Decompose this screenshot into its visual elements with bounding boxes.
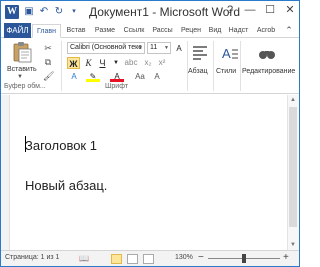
quick-access-toolbar: ▣ ↶ ↻ ▾ [23,5,80,19]
window-controls: ? — ☐ ✕ [223,3,297,17]
vertical-ruler [1,95,10,250]
font-size-select[interactable]: 11 ▼ [147,42,171,54]
title-bar: W ▣ ↶ ↻ ▾ Документ1 - Microsoft Word ? —… [1,1,299,23]
font-family-select[interactable]: Calibri (Основной текс ▼ [67,42,145,54]
clipboard-group-label: Буфер обм... [4,83,46,90]
minimize-button[interactable]: — [243,3,257,17]
help-button[interactable]: ? [223,3,237,17]
tab-file[interactable]: ФАЙЛ [4,23,31,38]
word-window: W ▣ ↶ ↻ ▾ Документ1 - Microsoft Word ? —… [0,0,300,267]
chevron-down-icon: ▼ [164,45,169,51]
text-effects-icon[interactable]: A [67,71,81,82]
italic-button[interactable]: К [82,57,95,69]
subscript-icon[interactable]: x₂ [142,57,154,69]
redo-icon[interactable]: ↻ [53,6,65,18]
tab-review[interactable]: Рецен [177,24,205,38]
tab-insert[interactable]: Встав [62,24,90,38]
group-divider [187,41,188,91]
window-title: Документ1 - Microsoft Word [89,5,241,19]
zoom-slider-thumb[interactable] [242,254,246,263]
paragraph-button[interactable]: Абзац [188,68,208,75]
collapse-ribbon-icon[interactable]: ⌃ [283,24,295,38]
clear-formatting-icon[interactable]: A [151,71,163,82]
underline-dropdown-icon[interactable]: ▼ [112,57,120,69]
group-divider [61,41,62,91]
document-area[interactable]: Заголовок 1 Новый абзац. ▲ ▼ [1,95,299,250]
scroll-thumb[interactable] [289,107,297,227]
paste-button[interactable]: Вставить [7,66,37,73]
highlight-color-icon[interactable]: ✎ [86,71,100,82]
cut-icon[interactable]: ✂ [43,43,53,53]
strikethrough-icon[interactable]: abc [123,57,139,69]
document-heading[interactable]: Заголовок 1 [25,138,97,153]
grow-font-icon[interactable]: A [174,43,184,55]
superscript-icon[interactable]: x² [156,57,168,69]
underline-button[interactable]: Ч [96,57,109,69]
group-divider [213,41,214,91]
tab-addins[interactable]: Надст [225,24,252,38]
status-bar: Страница: 1 из 1 📖 130% − + [1,250,299,266]
tab-home[interactable]: Главн [32,24,61,38]
tab-mailings[interactable]: Рассы [149,24,176,38]
maximize-button[interactable]: ☐ [263,3,277,17]
zoom-level[interactable]: 130% [175,254,193,261]
text-cursor [25,136,26,152]
change-case-icon[interactable]: Aa [134,71,146,82]
bold-button[interactable]: Ж [67,57,80,69]
styles-icon[interactable]: A [218,42,240,64]
save-icon[interactable]: ▣ [23,6,35,18]
font-group-label: Шрифт [105,83,129,90]
word-app-icon[interactable]: W [5,5,19,19]
editing-button[interactable]: Редактирование [242,68,295,75]
paste-dropdown-icon[interactable]: ▼ [17,74,23,80]
binoculars-icon[interactable] [256,42,278,64]
scroll-down-icon[interactable]: ▼ [287,240,299,250]
tab-references[interactable]: Ссылк [120,24,148,38]
undo-icon[interactable]: ↶ [38,6,50,18]
styles-button[interactable]: Стили [216,68,236,75]
page-count[interactable]: Страница: 1 из 1 [5,254,59,261]
copy-icon[interactable]: ⧉ [43,57,53,67]
chevron-down-icon: ▼ [138,45,143,51]
print-layout-view-icon[interactable] [111,254,122,264]
ribbon: Вставить ▼ ✂ ⧉ 🖌 Буфер обм... Calibri (О… [1,38,299,94]
read-mode-view-icon[interactable] [127,254,138,264]
zoom-in-button[interactable]: + [283,252,289,263]
zoom-out-button[interactable]: − [198,252,204,263]
tab-view[interactable]: Вид [206,24,224,38]
format-painter-icon[interactable]: 🖌 [43,71,54,81]
scroll-up-icon[interactable]: ▲ [287,95,299,105]
paste-icon[interactable] [11,41,33,63]
ribbon-tabs: ФАЙЛ Главн Встав Разме Ссылк Рассы Рецен… [1,23,299,38]
document-paragraph[interactable]: Новый абзац. [25,178,107,193]
web-layout-view-icon[interactable] [143,254,154,264]
tab-acrobat[interactable]: Acrob [253,24,279,38]
close-button[interactable]: ✕ [283,3,297,17]
svg-text:A: A [222,46,231,61]
customize-qat-icon[interactable]: ▾ [68,6,80,18]
font-color-icon[interactable]: A [110,71,124,82]
vertical-scrollbar[interactable]: ▲ ▼ [287,95,299,250]
proofing-icon[interactable]: 📖 [79,254,89,263]
paragraph-icon[interactable] [189,42,211,64]
group-divider [240,41,241,91]
tab-page-layout[interactable]: Разме [91,24,119,38]
